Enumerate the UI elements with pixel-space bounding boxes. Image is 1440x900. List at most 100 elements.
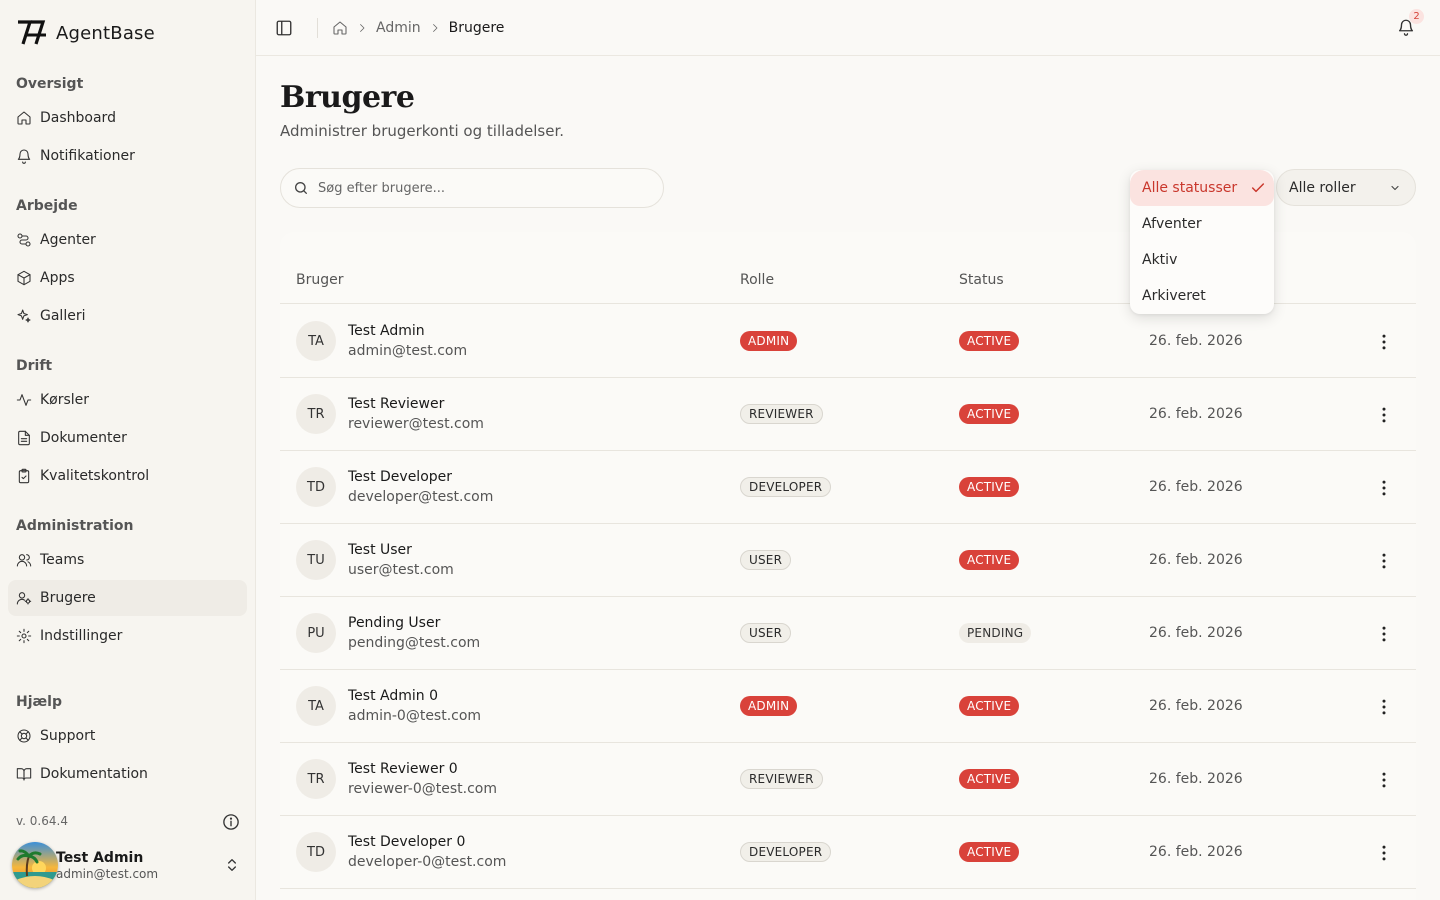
page-subtitle: Administrer brugerkonti og tilladelser. (280, 122, 564, 140)
sidebar-item-label: Dokumentation (40, 766, 148, 782)
sidebar-item-support[interactable]: Support (8, 718, 247, 754)
more-vertical-icon[interactable] (1374, 551, 1394, 571)
user-initials-avatar: TR (296, 759, 336, 799)
column-header-rolle: Rolle (740, 272, 775, 288)
created-date: 26. feb. 2026 (1149, 479, 1243, 495)
user-name: Pending User (348, 615, 441, 631)
agentbase-logo-icon (18, 20, 46, 45)
sidebar-item-notifikationer[interactable]: Notifikationer (8, 138, 247, 174)
clipboard-check-icon (18, 468, 30, 484)
sidebar-item-indstillinger[interactable]: Indstillinger (8, 618, 247, 654)
user-email: developer-0@test.com (348, 854, 507, 870)
table-row[interactable]: TD Test Developer 0 developer-0@test.com… (280, 816, 1416, 889)
created-date: 26. feb. 2026 (1149, 406, 1243, 422)
sidebar: AgentBase Oversigt Dashboard Notifikatio… (0, 0, 256, 900)
status-option-alle-statusser[interactable]: Alle statusser (1130, 170, 1274, 206)
table-row[interactable]: TD Test Developer developer@test.com DEV… (280, 451, 1416, 524)
section-title-drift: Drift (16, 358, 53, 374)
role-filter-value: Alle roller (1289, 179, 1356, 196)
table-row[interactable]: TU Test User user@test.com USER ACTIVE 2… (280, 524, 1416, 597)
user-name: Test Admin 0 (348, 688, 438, 704)
created-date: 26. feb. 2026 (1149, 698, 1243, 714)
table-row[interactable]: TA Test Admin admin@test.com ADMIN ACTIV… (280, 305, 1416, 378)
search-input[interactable] (318, 180, 638, 196)
sidebar-item-dokumenter[interactable]: Dokumenter (8, 420, 247, 456)
status-option-arkiveret[interactable]: Arkiveret (1130, 278, 1274, 314)
status-badge: ACTIVE (959, 842, 1020, 862)
user-email: reviewer@test.com (348, 416, 484, 432)
sidebar-toggle-icon[interactable] (275, 19, 293, 37)
user-cog-icon (16, 592, 32, 605)
role-badge: DEVELOPER (740, 842, 832, 862)
sidebar-item-brugere[interactable]: Brugere (8, 580, 247, 616)
table-row[interactable]: PU Pending User pending@test.com USER PE… (280, 597, 1416, 670)
activity-icon (16, 394, 32, 406)
route-icon (17, 233, 31, 247)
users-icon (16, 554, 32, 567)
user-email: user@test.com (348, 562, 454, 578)
sidebar-item-label: Indstillinger (40, 628, 123, 644)
user-email: admin-0@test.com (348, 708, 482, 724)
sidebar-item-label: Brugere (40, 590, 96, 606)
breadcrumb-admin[interactable]: Admin (376, 20, 421, 36)
user-initials-avatar: TA (296, 686, 336, 726)
breadcrumb: Admin Brugere (332, 18, 504, 38)
user-name: Test Admin (56, 849, 144, 866)
book-open-icon (16, 768, 32, 781)
box-icon (17, 270, 31, 286)
check-icon (1251, 183, 1265, 193)
sidebar-item-korsler[interactable]: Kørsler (8, 382, 247, 418)
user-menu[interactable]: Test Admin admin@test.com (12, 842, 248, 888)
sidebar-item-kvalitetskontrol[interactable]: Kvalitetskontrol (8, 458, 247, 494)
more-vertical-icon[interactable] (1374, 843, 1394, 863)
sidebar-item-dokumentation[interactable]: Dokumentation (8, 756, 247, 792)
user-email: reviewer-0@test.com (348, 781, 497, 797)
more-vertical-icon[interactable] (1374, 624, 1394, 644)
user-initials-avatar: TU (296, 540, 336, 580)
more-vertical-icon[interactable] (1374, 478, 1394, 498)
status-option-afventer[interactable]: Afventer (1130, 206, 1274, 242)
table-row[interactable]: TR Test Reviewer reviewer@test.com REVIE… (280, 378, 1416, 451)
table-row[interactable]: TA Test Admin 0 admin-0@test.com ADMIN A… (280, 670, 1416, 743)
app-version: v. 0.64.4 (16, 814, 68, 828)
sidebar-item-apps[interactable]: Apps (8, 260, 247, 296)
bell-icon (17, 149, 31, 164)
more-vertical-icon[interactable] (1374, 405, 1394, 425)
status-badge: PENDING (959, 623, 1032, 643)
user-email: admin@test.com (56, 866, 159, 881)
role-badge: DEVELOPER (740, 477, 832, 497)
sidebar-item-dashboard[interactable]: Dashboard (8, 100, 247, 136)
sidebar-item-teams[interactable]: Teams (8, 542, 247, 578)
section-title-administration: Administration (16, 518, 134, 534)
notification-count-badge: 2 (1409, 9, 1424, 24)
user-name: Test Admin (348, 323, 425, 339)
sidebar-item-label: Support (40, 728, 96, 744)
sidebar-item-galleri[interactable]: Galleri (8, 298, 247, 334)
role-badge: ADMIN (740, 331, 798, 351)
avatar (12, 842, 58, 888)
table-row[interactable]: TR Test Reviewer 0 reviewer-0@test.com R… (280, 743, 1416, 816)
more-vertical-icon[interactable] (1374, 332, 1394, 352)
more-vertical-icon[interactable] (1374, 770, 1394, 790)
section-title-hjaelp: Hjælp (16, 694, 63, 710)
status-badge: ACTIVE (959, 550, 1020, 570)
page-title: Brugere (280, 80, 415, 115)
option-label: Arkiveret (1142, 288, 1206, 304)
more-vertical-icon[interactable] (1374, 697, 1394, 717)
role-badge: USER (740, 550, 792, 570)
user-name: Test Developer (348, 469, 453, 485)
search-box[interactable] (280, 168, 664, 208)
brand[interactable]: AgentBase (17, 19, 155, 47)
sidebar-item-agenter[interactable]: Agenter (8, 222, 247, 258)
role-badge: USER (740, 623, 792, 643)
sidebar-item-label: Agenter (40, 232, 96, 248)
status-badge: ACTIVE (959, 696, 1020, 716)
info-icon[interactable] (222, 813, 240, 831)
search-icon (295, 182, 307, 194)
section-title-arbejde: Arbejde (16, 198, 78, 214)
home-icon[interactable] (332, 20, 348, 36)
role-filter-select[interactable]: Alle roller (1276, 169, 1416, 206)
section-title-oversigt: Oversigt (16, 76, 84, 92)
option-label: Afventer (1142, 216, 1202, 232)
status-option-aktiv[interactable]: Aktiv (1130, 242, 1274, 278)
